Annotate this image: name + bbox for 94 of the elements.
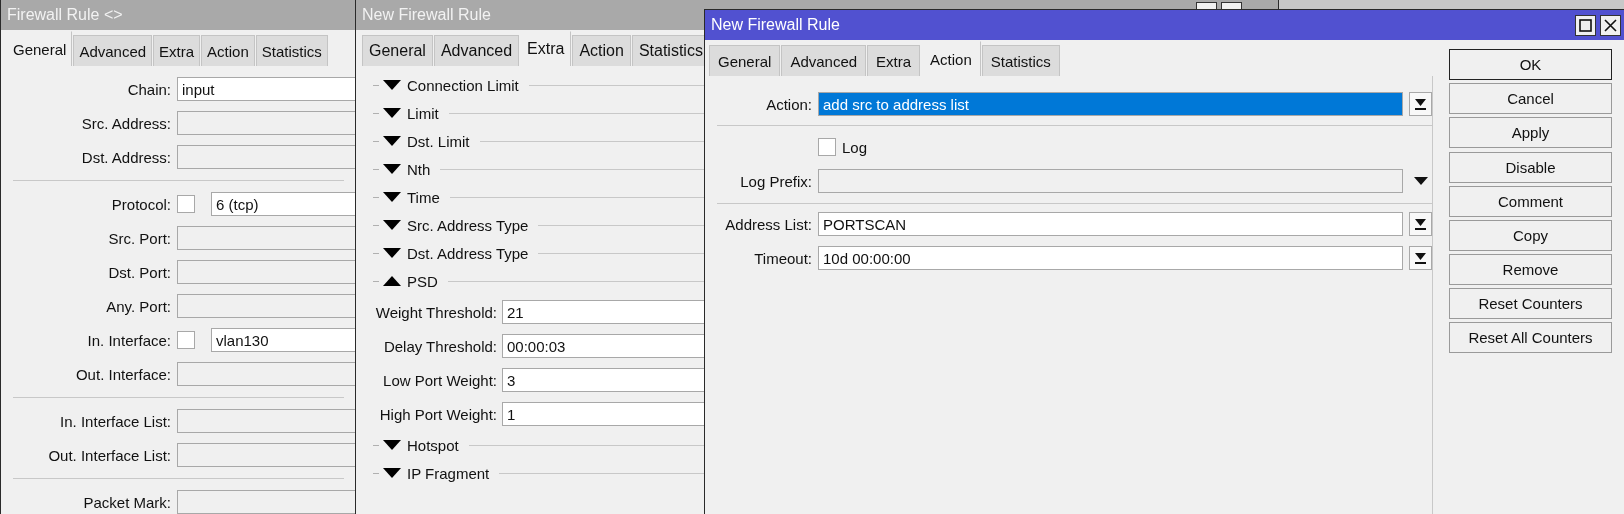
field-label: Log Prefix: — [739, 172, 812, 190]
section-toggle[interactable]: Src. Address Type — [379, 216, 533, 234]
field-label: Out. Interface: — [74, 365, 171, 383]
dialog-button[interactable]: OK — [1449, 49, 1612, 80]
window-title: New Firewall Rule — [362, 6, 491, 24]
input-field[interactable] — [177, 443, 356, 467]
maximize-button[interactable] — [1575, 14, 1596, 36]
tab[interactable]: Advanced — [781, 45, 867, 76]
input-field[interactable]: PORTSCAN — [818, 212, 1403, 236]
caret-down-icon — [383, 220, 401, 230]
input-field[interactable] — [177, 294, 356, 318]
field-label: In. Interface List: — [59, 412, 171, 430]
caret-down-icon — [383, 468, 401, 478]
section-toggle[interactable]: Hotspot — [379, 436, 463, 454]
caret-down-icon — [383, 164, 401, 174]
dialog-button[interactable]: Reset All Counters — [1449, 322, 1612, 353]
field-label: Delay Threshold: — [382, 337, 497, 355]
close-icon — [1604, 18, 1617, 32]
dialog-button[interactable]: Copy — [1449, 220, 1612, 251]
input-field[interactable]: 6 (tcp) — [211, 192, 356, 216]
tab[interactable]: Action — [572, 35, 631, 66]
field-label: Packet Mark: — [82, 493, 171, 511]
caret-down-icon — [1413, 177, 1428, 185]
caret-down-icon — [383, 80, 401, 90]
caret-down-icon — [383, 108, 401, 118]
checkbox-label: Log — [842, 138, 868, 156]
dialog-button[interactable]: Remove — [1449, 254, 1612, 285]
dropdown-button[interactable] — [1409, 212, 1432, 236]
maximize-icon — [1579, 18, 1592, 32]
window-title: New Firewall Rule — [711, 16, 840, 34]
field-label: High Port Weight: — [378, 405, 497, 423]
field-label: Chain: — [126, 80, 171, 98]
field-label: In. Interface: — [86, 331, 171, 349]
tab[interactable]: Advanced — [433, 35, 520, 66]
dialog-button[interactable]: Comment — [1449, 186, 1612, 217]
tab[interactable]: Action — [201, 35, 255, 66]
input-field[interactable] — [177, 362, 356, 386]
checkbox[interactable] — [818, 138, 836, 156]
dropdown-arrow-icon — [1415, 252, 1426, 264]
input-field[interactable]: 10d 00:00:00 — [818, 246, 1403, 270]
section-toggle[interactable]: IP Fragment — [379, 464, 494, 482]
tab[interactable]: Statistics — [255, 35, 328, 66]
dropdown-arrow-icon — [1415, 218, 1426, 230]
field-label: Timeout: — [753, 249, 812, 267]
window-title: Firewall Rule <> — [7, 6, 123, 24]
tab[interactable]: Extra — [153, 35, 201, 66]
tab[interactable]: Advanced — [73, 35, 153, 66]
caret-down-icon — [383, 248, 401, 258]
input-field[interactable] — [177, 111, 356, 135]
field-label: Dst. Port: — [107, 263, 171, 281]
field-label: Action: — [765, 95, 812, 113]
section-toggle[interactable]: PSD — [379, 272, 442, 290]
input-field[interactable] — [177, 260, 356, 284]
section-toggle[interactable]: Connection Limit — [379, 76, 523, 94]
checkbox[interactable] — [177, 195, 195, 213]
caret-up-icon — [383, 276, 401, 286]
dialog-button[interactable]: Disable — [1449, 152, 1612, 183]
dropdown-button[interactable] — [1409, 246, 1432, 270]
tab[interactable]: Statistics — [981, 45, 1060, 76]
section-toggle[interactable]: Dst. Limit — [379, 132, 474, 150]
field-label: Address List: — [724, 215, 812, 233]
section-toggle[interactable]: Dst. Address Type — [379, 244, 533, 262]
section-toggle[interactable]: Nth — [379, 160, 435, 178]
checkbox[interactable] — [177, 331, 195, 349]
input-field[interactable] — [177, 226, 356, 250]
field-label: Out. Interface List: — [47, 446, 171, 464]
dialog-button[interactable]: Apply — [1449, 117, 1612, 148]
input-field[interactable] — [818, 169, 1403, 193]
input-field[interactable] — [177, 145, 356, 169]
field-label: Weight Threshold: — [374, 303, 497, 321]
field-label: Src. Address: — [80, 114, 171, 132]
dialog-button[interactable]: Reset Counters — [1449, 288, 1612, 319]
action-select[interactable]: add src to address list — [818, 92, 1403, 116]
close-button[interactable] — [1600, 14, 1621, 36]
section-toggle[interactable]: Time — [379, 188, 444, 206]
input-field[interactable]: vlan130 — [211, 328, 356, 352]
input-field[interactable]: input — [177, 77, 356, 101]
caret-down-icon — [383, 136, 401, 146]
section-toggle[interactable]: Limit — [379, 104, 443, 122]
field-label: Protocol: — [110, 195, 171, 213]
dialog-button[interactable]: Cancel — [1449, 83, 1612, 114]
field-label: Dst. Address: — [80, 148, 171, 166]
field-label: Low Port Weight: — [382, 371, 497, 389]
tab[interactable]: General — [709, 45, 781, 76]
dropdown-button[interactable] — [1409, 92, 1432, 116]
caret-down-icon — [383, 440, 401, 450]
caret-down-icon — [383, 192, 401, 202]
tab[interactable]: General — [362, 35, 433, 66]
field-label: Src. Port: — [107, 229, 171, 247]
tab[interactable]: Extra — [867, 45, 921, 76]
dropdown-arrow-icon — [1415, 98, 1426, 110]
field-label: Any. Port: — [105, 297, 171, 315]
input-field[interactable] — [177, 490, 356, 514]
input-field[interactable] — [177, 409, 356, 433]
